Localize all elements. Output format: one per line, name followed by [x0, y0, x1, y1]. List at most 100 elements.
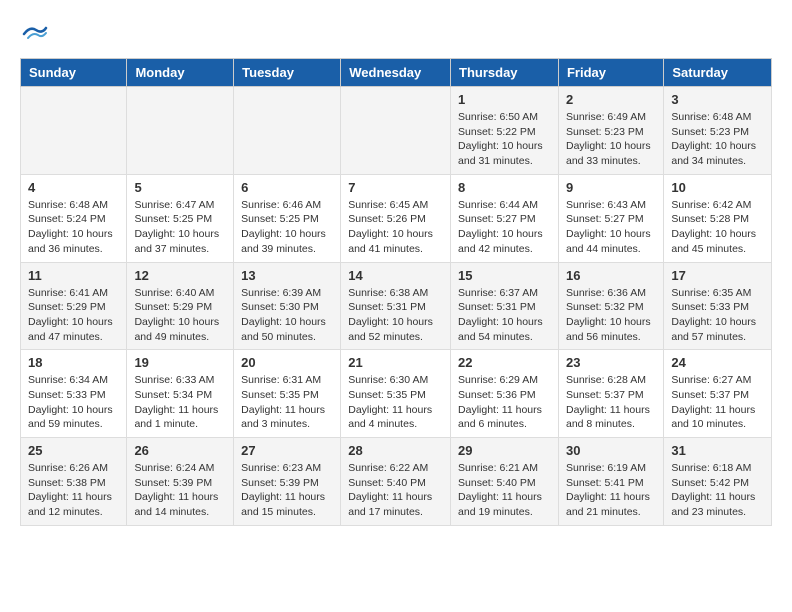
day-content: Sunrise: 6:31 AM Sunset: 5:35 PM Dayligh… [241, 373, 333, 432]
day-content: Sunrise: 6:42 AM Sunset: 5:28 PM Dayligh… [671, 198, 764, 257]
calendar-cell: 26 Sunrise: 6:24 AM Sunset: 5:39 PM Dayli… [127, 438, 234, 526]
day-content: Sunrise: 6:30 AM Sunset: 5:35 PM Dayligh… [348, 373, 443, 432]
day-number: 26 [134, 443, 226, 458]
weekday-saturday: Saturday [664, 59, 772, 87]
day-content: Sunrise: 6:29 AM Sunset: 5:36 PM Dayligh… [458, 373, 551, 432]
calendar-week-3: 11Sunrise: 6:41 AM Sunset: 5:29 PM Dayli… [21, 262, 772, 350]
calendar-week-5: 25 Sunrise: 6:26 AM Sunset: 5:38 PM Dayli… [21, 438, 772, 526]
day-number: 13 [241, 268, 333, 283]
day-number: 27 [241, 443, 333, 458]
day-number: 7 [348, 180, 443, 195]
day-content: Sunrise: 6:48 AM Sunset: 5:23 PM Dayligh… [671, 110, 764, 169]
weekday-thursday: Thursday [451, 59, 559, 87]
calendar-cell: 18 Sunrise: 6:34 AM Sunset: 5:33 PM Dayli… [21, 350, 127, 438]
calendar-cell: 13 Sunrise: 6:39 AM Sunset: 5:30 PM Dayli… [234, 262, 341, 350]
day-content: Sunrise: 6:49 AM Sunset: 5:23 PM Dayligh… [566, 110, 656, 169]
calendar-cell: 22 Sunrise: 6:29 AM Sunset: 5:36 PM Dayli… [451, 350, 559, 438]
day-content: Sunrise: 6:38 AM Sunset: 5:31 PM Dayligh… [348, 286, 443, 345]
logo [20, 20, 52, 48]
day-content: Sunrise: 6:40 AM Sunset: 5:29 PM Dayligh… [134, 286, 226, 345]
day-number: 20 [241, 355, 333, 370]
day-number: 10 [671, 180, 764, 195]
calendar-cell: 2 Sunrise: 6:49 AM Sunset: 5:23 PM Daylig… [558, 87, 663, 175]
calendar-table: SundayMondayTuesdayWednesdayThursdayFrid… [20, 58, 772, 526]
day-number: 22 [458, 355, 551, 370]
calendar-cell: 4Sunrise: 6:48 AM Sunset: 5:24 PM Daylig… [21, 174, 127, 262]
day-content: Sunrise: 6:24 AM Sunset: 5:39 PM Dayligh… [134, 461, 226, 520]
weekday-header-row: SundayMondayTuesdayWednesdayThursdayFrid… [21, 59, 772, 87]
day-number: 5 [134, 180, 226, 195]
weekday-monday: Monday [127, 59, 234, 87]
calendar-cell: 21 Sunrise: 6:30 AM Sunset: 5:35 PM Dayli… [341, 350, 451, 438]
calendar-cell: 12 Sunrise: 6:40 AM Sunset: 5:29 PM Dayli… [127, 262, 234, 350]
day-content: Sunrise: 6:23 AM Sunset: 5:39 PM Dayligh… [241, 461, 333, 520]
day-number: 17 [671, 268, 764, 283]
calendar-cell: 15 Sunrise: 6:37 AM Sunset: 5:31 PM Dayli… [451, 262, 559, 350]
calendar-cell: 24Sunrise: 6:27 AM Sunset: 5:37 PM Dayli… [664, 350, 772, 438]
calendar-cell: 14 Sunrise: 6:38 AM Sunset: 5:31 PM Dayli… [341, 262, 451, 350]
calendar-cell: 11Sunrise: 6:41 AM Sunset: 5:29 PM Dayli… [21, 262, 127, 350]
day-content: Sunrise: 6:44 AM Sunset: 5:27 PM Dayligh… [458, 198, 551, 257]
weekday-tuesday: Tuesday [234, 59, 341, 87]
day-number: 19 [134, 355, 226, 370]
calendar-cell: 30Sunrise: 6:19 AM Sunset: 5:41 PM Dayli… [558, 438, 663, 526]
day-number: 8 [458, 180, 551, 195]
weekday-friday: Friday [558, 59, 663, 87]
calendar-cell: 28Sunrise: 6:22 AM Sunset: 5:40 PM Dayli… [341, 438, 451, 526]
day-content: Sunrise: 6:28 AM Sunset: 5:37 PM Dayligh… [566, 373, 656, 432]
day-content: Sunrise: 6:43 AM Sunset: 5:27 PM Dayligh… [566, 198, 656, 257]
day-number: 1 [458, 92, 551, 107]
logo-icon [20, 20, 48, 48]
day-content: Sunrise: 6:22 AM Sunset: 5:40 PM Dayligh… [348, 461, 443, 520]
calendar-week-2: 4Sunrise: 6:48 AM Sunset: 5:24 PM Daylig… [21, 174, 772, 262]
calendar-cell: 9 Sunrise: 6:43 AM Sunset: 5:27 PM Daylig… [558, 174, 663, 262]
day-content: Sunrise: 6:47 AM Sunset: 5:25 PM Dayligh… [134, 198, 226, 257]
day-content: Sunrise: 6:27 AM Sunset: 5:37 PM Dayligh… [671, 373, 764, 432]
day-content: Sunrise: 6:35 AM Sunset: 5:33 PM Dayligh… [671, 286, 764, 345]
calendar-cell: 10 Sunrise: 6:42 AM Sunset: 5:28 PM Dayli… [664, 174, 772, 262]
page-header [20, 20, 772, 48]
day-number: 2 [566, 92, 656, 107]
day-content: Sunrise: 6:45 AM Sunset: 5:26 PM Dayligh… [348, 198, 443, 257]
day-number: 15 [458, 268, 551, 283]
calendar-cell [341, 87, 451, 175]
day-content: Sunrise: 6:33 AM Sunset: 5:34 PM Dayligh… [134, 373, 226, 432]
day-number: 18 [28, 355, 119, 370]
calendar-cell [21, 87, 127, 175]
calendar-week-1: 1 Sunrise: 6:50 AM Sunset: 5:22 PM Daylig… [21, 87, 772, 175]
day-content: Sunrise: 6:37 AM Sunset: 5:31 PM Dayligh… [458, 286, 551, 345]
day-content: Sunrise: 6:21 AM Sunset: 5:40 PM Dayligh… [458, 461, 551, 520]
day-content: Sunrise: 6:41 AM Sunset: 5:29 PM Dayligh… [28, 286, 119, 345]
calendar-cell: 29Sunrise: 6:21 AM Sunset: 5:40 PM Dayli… [451, 438, 559, 526]
calendar-cell: 20 Sunrise: 6:31 AM Sunset: 5:35 PM Dayli… [234, 350, 341, 438]
weekday-sunday: Sunday [21, 59, 127, 87]
day-number: 6 [241, 180, 333, 195]
calendar-week-4: 18 Sunrise: 6:34 AM Sunset: 5:33 PM Dayli… [21, 350, 772, 438]
day-number: 16 [566, 268, 656, 283]
day-content: Sunrise: 6:46 AM Sunset: 5:25 PM Dayligh… [241, 198, 333, 257]
day-number: 9 [566, 180, 656, 195]
calendar-cell: 6 Sunrise: 6:46 AM Sunset: 5:25 PM Daylig… [234, 174, 341, 262]
calendar-cell: 19 Sunrise: 6:33 AM Sunset: 5:34 PM Dayli… [127, 350, 234, 438]
calendar-cell: 1 Sunrise: 6:50 AM Sunset: 5:22 PM Daylig… [451, 87, 559, 175]
calendar-cell: 16Sunrise: 6:36 AM Sunset: 5:32 PM Dayli… [558, 262, 663, 350]
day-content: Sunrise: 6:26 AM Sunset: 5:38 PM Dayligh… [28, 461, 119, 520]
day-content: Sunrise: 6:18 AM Sunset: 5:42 PM Dayligh… [671, 461, 764, 520]
day-number: 31 [671, 443, 764, 458]
day-content: Sunrise: 6:39 AM Sunset: 5:30 PM Dayligh… [241, 286, 333, 345]
calendar-cell: 23Sunrise: 6:28 AM Sunset: 5:37 PM Dayli… [558, 350, 663, 438]
day-number: 12 [134, 268, 226, 283]
calendar-header: SundayMondayTuesdayWednesdayThursdayFrid… [21, 59, 772, 87]
calendar-cell [234, 87, 341, 175]
weekday-wednesday: Wednesday [341, 59, 451, 87]
day-number: 14 [348, 268, 443, 283]
calendar-cell: 17 Sunrise: 6:35 AM Sunset: 5:33 PM Dayli… [664, 262, 772, 350]
calendar-cell: 27 Sunrise: 6:23 AM Sunset: 5:39 PM Dayli… [234, 438, 341, 526]
day-number: 25 [28, 443, 119, 458]
calendar-cell: 5 Sunrise: 6:47 AM Sunset: 5:25 PM Daylig… [127, 174, 234, 262]
calendar-body: 1 Sunrise: 6:50 AM Sunset: 5:22 PM Daylig… [21, 87, 772, 526]
day-content: Sunrise: 6:19 AM Sunset: 5:41 PM Dayligh… [566, 461, 656, 520]
day-content: Sunrise: 6:50 AM Sunset: 5:22 PM Dayligh… [458, 110, 551, 169]
day-content: Sunrise: 6:34 AM Sunset: 5:33 PM Dayligh… [28, 373, 119, 432]
day-number: 21 [348, 355, 443, 370]
